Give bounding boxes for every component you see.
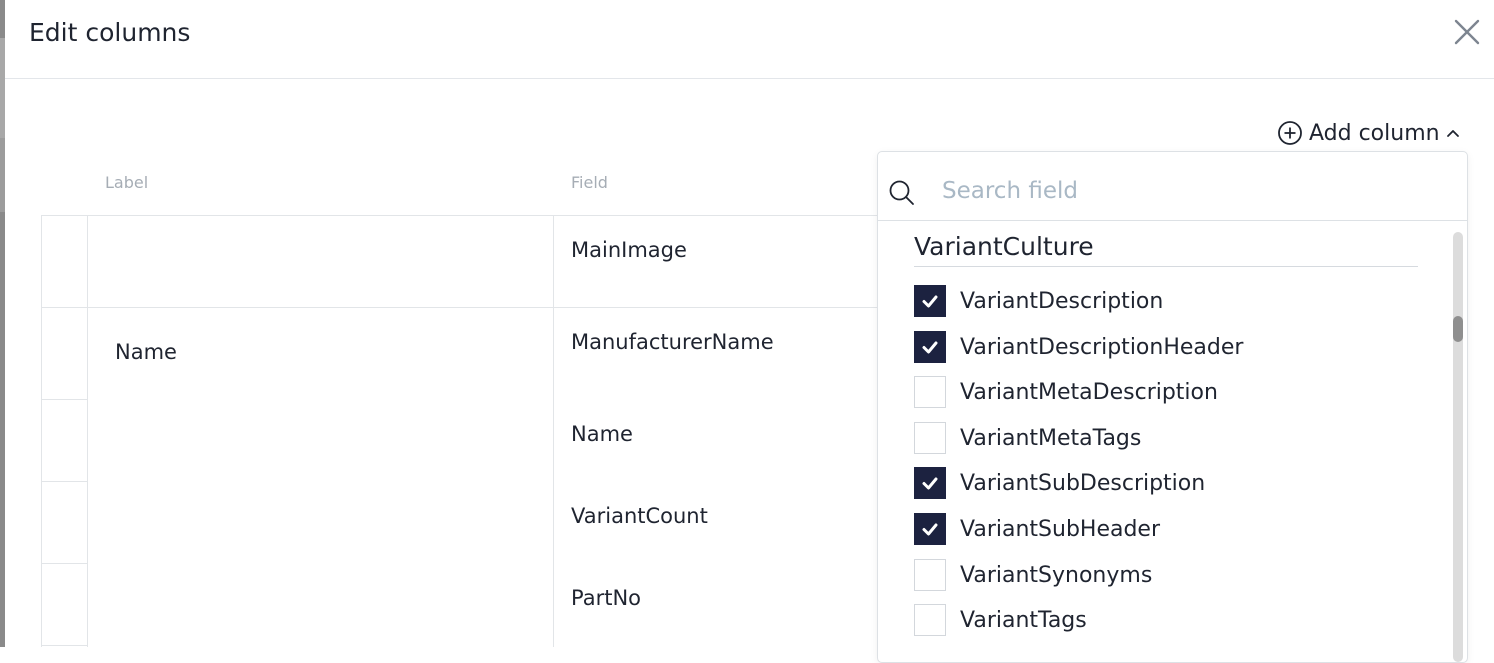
chevron-up-icon — [1446, 130, 1459, 137]
table-row-field[interactable]: VariantCount — [571, 504, 708, 528]
edit-columns-dialog: Edit columns Add column Label Field Main… — [5, 0, 1494, 663]
plus-circle-icon — [1278, 121, 1302, 145]
option-label: VariantTags — [960, 607, 1087, 633]
handle-cell-divider — [41, 645, 87, 646]
search-icon — [889, 180, 914, 205]
table-divider-field — [553, 215, 554, 647]
dropdown-scrollbar[interactable] — [1453, 232, 1463, 662]
option-variant-description[interactable]: VariantDescription — [914, 284, 1163, 318]
check-icon — [922, 523, 938, 536]
search-row — [878, 152, 1467, 221]
table-row-divider — [41, 307, 883, 308]
checkbox-checked[interactable] — [914, 513, 946, 545]
option-variant-sub-header[interactable]: VariantSubHeader — [914, 512, 1160, 546]
option-label: VariantSubDescription — [960, 470, 1206, 496]
option-label: VariantMetaTags — [960, 425, 1142, 451]
checkbox-unchecked[interactable] — [914, 559, 946, 591]
check-icon — [922, 341, 938, 354]
option-variant-description-header[interactable]: VariantDescriptionHeader — [914, 330, 1243, 364]
checkbox-checked[interactable] — [914, 467, 946, 499]
columns-table: MainImage Name ManufacturerName Name Var… — [41, 215, 883, 647]
option-variant-synonyms[interactable]: VariantSynonyms — [914, 558, 1152, 592]
handle-cell-divider — [41, 481, 87, 482]
table-border-left — [41, 215, 42, 647]
checkbox-checked[interactable] — [914, 331, 946, 363]
option-label: VariantDescriptionHeader — [960, 334, 1244, 360]
table-row-field[interactable]: Name — [571, 422, 633, 446]
option-variant-meta-tags[interactable]: VariantMetaTags — [914, 421, 1141, 455]
option-label: VariantSynonyms — [960, 562, 1153, 588]
table-row-field[interactable]: ManufacturerName — [571, 330, 774, 354]
dialog-header: Edit columns — [5, 0, 1494, 79]
add-column-button[interactable]: Add column — [1277, 118, 1460, 148]
table-border-top — [41, 215, 883, 216]
option-label: VariantMetaDescription — [960, 379, 1218, 405]
close-icon — [1454, 19, 1480, 45]
field-picker-dropdown: VariantCulture VariantDescription Varian… — [877, 151, 1468, 663]
column-header-label: Label — [105, 173, 149, 192]
handle-cell-divider — [41, 399, 87, 400]
table-row-field[interactable]: MainImage — [571, 238, 687, 262]
option-label: VariantSubHeader — [960, 516, 1161, 542]
checkbox-unchecked[interactable] — [914, 376, 946, 408]
option-label: VariantDescription — [960, 288, 1164, 314]
option-variant-sub-description[interactable]: VariantSubDescription — [914, 466, 1205, 500]
table-row-label[interactable]: Name — [115, 340, 177, 364]
check-icon — [922, 477, 938, 490]
checkbox-unchecked[interactable] — [914, 604, 946, 636]
option-variant-tags[interactable]: VariantTags — [914, 603, 1087, 637]
group-title: VariantCulture — [914, 232, 1418, 267]
add-column-label: Add column — [1309, 120, 1440, 146]
dialog-title: Edit columns — [29, 18, 191, 47]
handle-cell-divider — [41, 563, 87, 564]
check-icon — [922, 295, 938, 308]
column-header-field: Field — [571, 173, 608, 192]
checkbox-unchecked[interactable] — [914, 422, 946, 454]
table-divider-handle — [87, 215, 88, 647]
option-variant-meta-description[interactable]: VariantMetaDescription — [914, 375, 1218, 409]
scrollbar-thumb[interactable] — [1453, 316, 1463, 342]
close-button[interactable] — [1451, 16, 1483, 48]
table-row-field[interactable]: PartNo — [571, 586, 641, 610]
checkbox-checked[interactable] — [914, 285, 946, 317]
search-field-input[interactable] — [940, 170, 1444, 212]
